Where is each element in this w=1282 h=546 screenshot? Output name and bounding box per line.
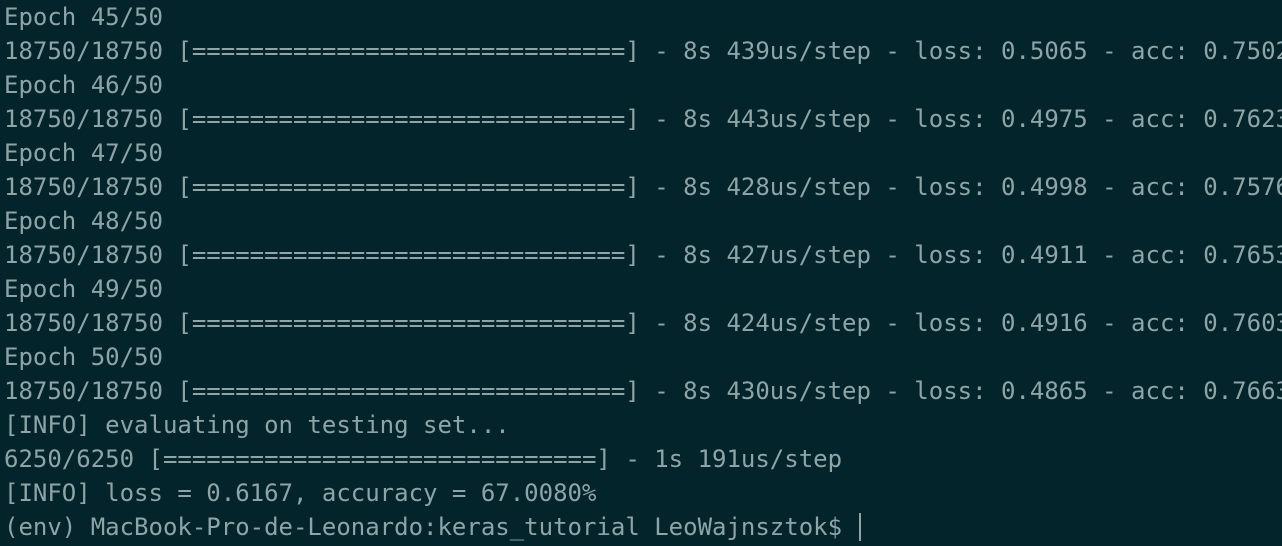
output-line-progress-49: 18750/18750 [===========================… [4,309,1282,337]
output-line-test-progress: 6250/6250 [=============================… [4,445,843,473]
output-line-progress-50: 18750/18750 [===========================… [4,377,1282,405]
output-line-progress-46: 18750/18750 [===========================… [4,105,1282,133]
text-cursor [858,513,861,541]
command-prompt-line[interactable]: (env) MacBook-Pro-de-Leonardo:keras_tuto… [4,510,1282,544]
output-line-progress-45: 18750/18750 [===========================… [4,37,1282,65]
output-line-epoch-50: Epoch 50/50 [4,343,163,371]
output-line-info-result: [INFO] loss = 0.6167, accuracy = 67.0080… [4,479,597,507]
output-line-progress-48: 18750/18750 [===========================… [4,241,1282,269]
output-line-epoch-47: Epoch 47/50 [4,139,163,167]
output-line-info-evaluating: [INFO] evaluating on testing set... [4,411,510,439]
output-line-epoch-49: Epoch 49/50 [4,275,163,303]
output-line-progress-47: 18750/18750 [===========================… [4,173,1282,201]
output-line-epoch-45: Epoch 45/50 [4,3,163,31]
output-line-epoch-48: Epoch 48/50 [4,207,163,235]
output-line-epoch-46: Epoch 46/50 [4,71,163,99]
terminal-window[interactable]: Epoch 45/50 18750/18750 [===============… [0,0,1282,546]
shell-prompt: (env) MacBook-Pro-de-Leonardo:keras_tuto… [4,513,857,541]
